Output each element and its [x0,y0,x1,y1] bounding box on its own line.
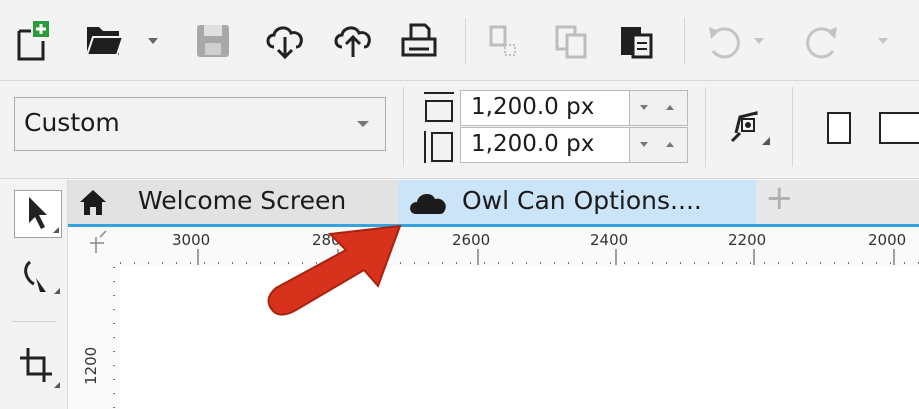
toolbar-divider [465,18,466,64]
undo-icon [709,27,740,59]
save-icon [197,25,229,57]
crop-icon [20,348,60,388]
page-height-spinner[interactable] [630,127,688,163]
page-width-icon [424,92,454,122]
export-cloud-button[interactable] [330,14,376,68]
page-width-value: 1,200.0 px [471,94,595,120]
page-width-spinner[interactable] [630,90,688,126]
open-dropdown-arrow-icon[interactable] [146,34,160,48]
tab-welcome-screen[interactable]: Welcome Screen [68,180,398,224]
redo-icon [806,27,837,59]
page-height-input[interactable]: 1,200.0 px [460,127,630,163]
shape-tool-button[interactable] [16,258,62,302]
horizontal-ruler[interactable]: 3000 2800 2600 2400 2200 2000 [68,227,919,267]
page-height-icon [424,131,453,163]
landscape-orientation-icon[interactable] [878,111,919,145]
pick-tool-button[interactable] [14,190,62,238]
undo-button[interactable] [700,14,746,68]
spinner-arrows-icon [640,105,674,110]
shape-tool-icon [24,260,60,294]
cloud-icon [410,193,446,214]
copy-button[interactable] [548,14,594,68]
page-height-value: 1,200.0 px [471,131,595,157]
standard-toolbar [0,0,919,80]
toolbar-divider [684,18,685,64]
transform-object-icon[interactable] [726,105,772,149]
vertical-ruler[interactable]: 1200 [68,267,120,409]
home-icon [80,190,106,215]
new-document-button[interactable] [10,14,56,68]
property-divider [705,87,706,167]
tab-welcome-label: Welcome Screen [138,186,347,215]
property-divider [792,87,793,167]
property-divider [403,87,404,167]
portrait-orientation-icon[interactable] [826,111,852,145]
page-size-select[interactable]: Custom [14,97,386,151]
tab-owl-can-options[interactable]: Owl Can Options.... [398,180,756,224]
cloud-download-icon [266,26,303,60]
redo-button[interactable] [800,14,846,68]
print-button[interactable] [396,14,442,68]
open-button[interactable] [82,14,128,68]
undo-dropdown-arrow-icon[interactable] [752,34,766,48]
pick-arrow-icon [29,197,59,233]
property-bar: Custom 1,200.0 px 1,200.0 px [0,81,919,178]
ruler-ticks [90,230,919,265]
save-button[interactable] [190,14,236,68]
redo-dropdown-arrow-icon[interactable] [876,34,890,48]
chevron-down-icon [357,121,369,127]
new-tab-button[interactable]: + [756,178,806,224]
crop-tool-button[interactable] [16,344,62,394]
tab-owl-label: Owl Can Options.... [462,186,702,215]
toolbox-divider [12,321,56,322]
cut-button[interactable] [480,14,526,68]
ruler-ticks [113,267,115,409]
folder-open-icon [85,27,125,56]
page-size-value: Custom [24,108,120,137]
print-icon [401,23,437,57]
plus-icon: + [765,178,794,218]
cut-icon [489,25,516,56]
copy-icon [555,25,587,59]
page-width-input[interactable]: 1,200.0 px [460,90,630,126]
new-document-icon [17,21,49,61]
paste-button[interactable] [614,14,660,68]
paste-icon [621,27,653,59]
drawing-canvas[interactable] [120,267,919,409]
import-cloud-button[interactable] [262,14,308,68]
spinner-arrows-icon [640,142,674,147]
cloud-upload-icon [334,26,371,57]
